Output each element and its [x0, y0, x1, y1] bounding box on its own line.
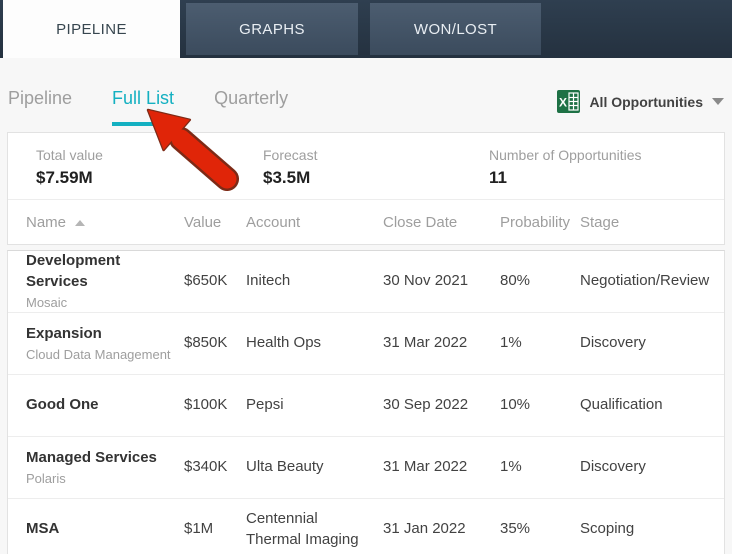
cell-name: Good One — [26, 395, 184, 415]
cell-value: $850K — [184, 334, 228, 352]
column-header-close-date[interactable]: Close Date — [383, 214, 500, 231]
cell-value: $100K — [184, 396, 228, 414]
column-header-label: Value — [184, 214, 222, 231]
cell-stage: Negotiation/Review — [580, 272, 710, 290]
summary-row: Total value $7.59M Forecast $3.5M Number… — [8, 133, 724, 200]
column-header-label: Name — [26, 214, 67, 231]
cell-account: Health Ops — [246, 334, 322, 352]
subtab-full-list[interactable]: Full List — [112, 88, 175, 126]
table-row[interactable]: Good One $100K Pepsi 30 Sep 2022 10% Qua… — [8, 375, 724, 437]
opportunity-subname: Mosaic — [26, 294, 68, 310]
column-header-value[interactable]: Value — [184, 214, 246, 231]
summary-total-value: Total value $7.59M — [36, 147, 263, 199]
cell-account: Ulta Beauty — [246, 458, 324, 476]
cell-account: Centennial Thermal Imaging — [246, 510, 359, 548]
column-header-label: Close Date — [383, 214, 458, 231]
column-header-label: Probability — [500, 214, 571, 231]
column-header-probability[interactable]: Probability — [500, 214, 580, 231]
cell-probability: 1% — [500, 334, 522, 352]
summary-card: Total value $7.59M Forecast $3.5M Number… — [7, 132, 725, 245]
subtab-quarterly[interactable]: Quarterly — [214, 88, 288, 126]
tab-won-lost-label: WON/LOST — [413, 20, 498, 38]
table-row[interactable]: Expansion Cloud Data Management $850K He… — [8, 313, 724, 375]
cell-account: Initech — [246, 272, 291, 290]
cell-value: $1M — [184, 520, 214, 538]
column-header-name[interactable]: Name — [26, 214, 184, 231]
summary-value: $3.5M — [263, 168, 311, 187]
tab-won-lost[interactable]: WON/LOST — [370, 3, 541, 55]
cell-value: $340K — [184, 458, 228, 476]
cell-name: Development Services Mosaic — [26, 251, 184, 311]
column-header-label: Account — [246, 214, 301, 231]
cell-close-date: 30 Nov 2021 — [383, 272, 469, 290]
opportunity-name: Good One — [26, 396, 99, 414]
svg-text:X: X — [559, 96, 567, 110]
column-header-label: Stage — [580, 214, 620, 231]
tab-pipeline-label: PIPELINE — [56, 20, 127, 38]
table-header-row: Name Value Account Close Date Probabilit… — [8, 200, 724, 245]
opportunity-name: Managed Services — [26, 448, 157, 466]
cell-stage: Discovery — [580, 334, 646, 352]
export-dropdown-label: All Opportunities — [589, 93, 703, 110]
cell-probability: 1% — [500, 458, 522, 476]
table-row[interactable]: Managed Services Polaris $340K Ulta Beau… — [8, 437, 724, 499]
column-header-account[interactable]: Account — [246, 214, 383, 231]
summary-value: $7.59M — [36, 168, 93, 187]
opportunity-subname: Cloud Data Management — [26, 346, 171, 362]
table-row[interactable]: MSA $1M Centennial Thermal Imaging 31 Ja… — [8, 499, 724, 554]
cell-value: $650K — [184, 272, 228, 290]
table-row[interactable]: Development Services Mosaic $650K Initec… — [8, 251, 724, 313]
cell-probability: 10% — [500, 396, 531, 414]
tab-graphs-label: GRAPHS — [239, 20, 305, 38]
sort-asc-icon — [75, 219, 86, 226]
chevron-down-icon — [712, 98, 724, 105]
cell-stage: Qualification — [580, 396, 663, 414]
export-opportunities-dropdown[interactable]: X All Opportunities — [557, 90, 724, 113]
cell-name: Managed Services Polaris — [26, 448, 184, 488]
opportunity-name: Expansion — [26, 324, 102, 342]
cell-stage: Scoping — [580, 520, 635, 538]
tab-pipeline[interactable]: PIPELINE — [3, 0, 180, 58]
tab-graphs[interactable]: GRAPHS — [186, 3, 358, 55]
opportunity-list: Development Services Mosaic $650K Initec… — [7, 250, 725, 554]
excel-icon: X — [557, 90, 581, 113]
summary-opportunity-count: Number of Opportunities 11 — [489, 147, 724, 199]
summary-label: Total value — [36, 147, 103, 163]
cell-close-date: 31 Jan 2022 — [383, 520, 466, 538]
cell-name: Expansion Cloud Data Management — [26, 324, 184, 364]
cell-probability: 35% — [500, 520, 531, 538]
opportunity-name: Development Services — [26, 252, 121, 290]
cell-name: MSA — [26, 519, 184, 539]
opportunity-name: MSA — [26, 520, 60, 538]
opportunity-subname: Polaris — [26, 470, 66, 486]
summary-label: Forecast — [263, 147, 318, 163]
cell-close-date: 30 Sep 2022 — [383, 396, 469, 414]
cell-close-date: 31 Mar 2022 — [383, 334, 468, 352]
column-header-stage[interactable]: Stage — [580, 214, 724, 231]
cell-stage: Discovery — [580, 458, 646, 476]
cell-account: Pepsi — [246, 396, 284, 414]
sub-nav: Pipeline Full List Quarterly X All Oppor… — [0, 58, 732, 132]
pipeline-page: PIPELINE GRAPHS WON/LOST Pipeline Full L… — [0, 0, 732, 554]
summary-forecast: Forecast $3.5M — [263, 147, 489, 199]
top-tab-bar: PIPELINE GRAPHS WON/LOST — [0, 0, 732, 58]
summary-value: 11 — [489, 168, 507, 187]
summary-label: Number of Opportunities — [489, 147, 642, 163]
subtab-pipeline[interactable]: Pipeline — [8, 88, 72, 126]
cell-probability: 80% — [500, 272, 531, 290]
cell-close-date: 31 Mar 2022 — [383, 458, 468, 476]
